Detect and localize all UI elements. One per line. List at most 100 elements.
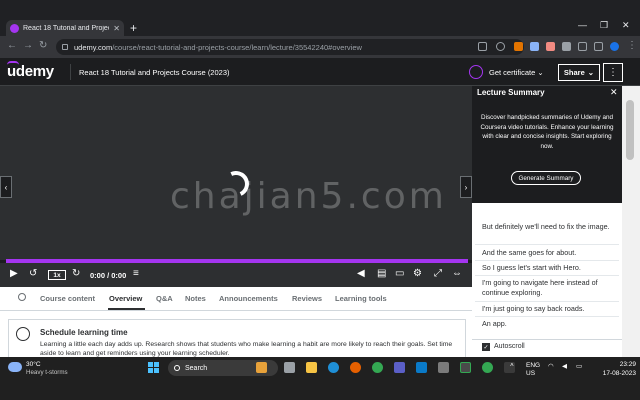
windows-taskbar (0, 357, 640, 400)
taskbar-app-icon[interactable] (256, 362, 267, 373)
close-window-icon[interactable]: ✕ (622, 20, 630, 31)
transcript-divider (475, 316, 619, 317)
next-lecture-icon[interactable]: › (460, 176, 472, 198)
weather-text: Heavy t-storms (26, 369, 68, 376)
task-view-icon[interactable] (284, 362, 295, 373)
watermark: chajian5.com (170, 176, 447, 217)
chrome-menu-icon[interactable]: ⋮ (627, 40, 637, 51)
tab-reviews[interactable]: Reviews (292, 294, 322, 303)
chrome-active-icon[interactable] (460, 362, 471, 373)
extension-icon-2[interactable] (530, 42, 539, 51)
transcript-line[interactable]: And the same goes for about. (482, 248, 618, 258)
battery-icon[interactable]: ▭ (576, 362, 582, 370)
more-options-icon[interactable]: ⋮ (603, 63, 623, 82)
playback-speed-button[interactable]: 1x (48, 270, 66, 280)
autoscroll-checkbox[interactable]: ✓ (482, 343, 490, 351)
trophy-icon (469, 65, 483, 79)
reload-icon[interactable]: ↻ (39, 40, 47, 51)
edge-icon[interactable] (328, 362, 339, 373)
profile-avatar[interactable] (610, 42, 619, 51)
extensions-puzzle-icon[interactable] (562, 42, 571, 51)
transcript-line[interactable]: I'm just going to say back roads. (482, 304, 618, 314)
tab-qa[interactable]: Q&A (156, 294, 173, 303)
url-path: /course/react-tutorial-and-projects-cour… (112, 42, 362, 52)
chevron-down-icon: ⌄ (537, 68, 544, 77)
expand-icon[interactable]: ⇔ (452, 268, 462, 279)
tab-course-content[interactable]: Course content (40, 294, 95, 303)
get-certificate-button[interactable]: Get certificate ⌄ (489, 68, 544, 77)
generate-summary-button[interactable]: Generate Summary (511, 171, 581, 185)
minimize-icon[interactable]: — (578, 20, 587, 30)
url-field[interactable]: udemy.com/course/react-tutorial-and-proj… (56, 39, 524, 55)
tab-learning-tools[interactable]: Learning tools (335, 294, 387, 303)
autoscroll-label: Autoscroll (494, 343, 525, 350)
chevron-down-icon: ⌄ (587, 68, 595, 77)
card-title: Schedule learning time (40, 328, 128, 337)
wifi-icon[interactable]: ◠ (548, 362, 554, 370)
add-note-icon[interactable]: ≡ (133, 268, 139, 279)
share-page-icon[interactable] (478, 42, 487, 51)
bookmark-star-icon[interactable] (496, 42, 505, 51)
url-domain: udemy.com (74, 42, 113, 52)
volume-icon[interactable]: ◀ (562, 362, 567, 370)
tab-announcements[interactable]: Announcements (219, 294, 278, 303)
extension-icon-3[interactable] (546, 42, 555, 51)
tab-notes[interactable]: Notes (185, 294, 206, 303)
udemy-logo[interactable]: udemy (7, 61, 54, 80)
transcript-icon[interactable]: ▤ (377, 268, 386, 279)
transcript-line[interactable]: But definitely we'll need to fix the ima… (482, 222, 618, 232)
download-icon[interactable] (578, 42, 587, 51)
new-tab-icon[interactable]: + (130, 21, 137, 35)
transcript-divider (475, 260, 619, 261)
settings-icon[interactable]: ⚙ (413, 268, 422, 279)
tray-chevron-icon[interactable]: ˄ (510, 362, 514, 369)
search-icon[interactable] (18, 293, 26, 301)
close-tab-icon[interactable]: ✕ (113, 24, 120, 33)
browser-tab[interactable]: React 18 Tutorial and Projects C ✕ (6, 20, 124, 36)
udemy-favicon-icon (10, 23, 19, 33)
taskbar-clock[interactable]: 23:29 17-08-2023 (596, 360, 636, 378)
taskbar-app-icon[interactable] (438, 362, 449, 373)
header-divider (70, 64, 71, 80)
transcript-divider (475, 301, 619, 302)
rewind-icon[interactable]: ↺ (29, 268, 37, 279)
transcript-line[interactable]: I'm going to navigate here instead of co… (482, 278, 618, 298)
mail-icon[interactable] (610, 204, 618, 210)
close-icon[interactable]: ✕ (610, 87, 618, 98)
captions-icon[interactable]: ▭ (395, 268, 404, 279)
side-panel-icon[interactable] (594, 42, 603, 51)
file-explorer-icon[interactable] (306, 362, 317, 373)
transcript-divider (475, 244, 619, 245)
vscode-icon[interactable] (416, 362, 427, 373)
forward-icon[interactable]: → (23, 40, 33, 51)
temperature: 30°C (26, 361, 41, 368)
card-text: Learning a little each day adds up. Rese… (40, 341, 453, 357)
teams-icon[interactable] (394, 362, 405, 373)
share-button[interactable]: Share ⌄ (558, 64, 600, 81)
previous-lecture-icon[interactable]: ‹ (0, 176, 12, 198)
extension-pen-icon[interactable] (514, 42, 523, 51)
back-icon[interactable]: ← (7, 40, 17, 51)
tab-title: React 18 Tutorial and Projects C (23, 24, 109, 32)
firefox-icon[interactable] (350, 362, 361, 373)
fullscreen-icon[interactable]: ⤢ (434, 268, 442, 279)
maximize-icon[interactable]: ❐ (600, 20, 608, 31)
transcript-line[interactable]: So I guess let's start with Hero. (482, 263, 618, 273)
course-title[interactable]: React 18 Tutorial and Projects Course (2… (79, 68, 230, 77)
play-icon[interactable]: ▶ (10, 268, 18, 279)
language-indicator[interactable]: ENG US (526, 362, 540, 378)
active-tab-indicator (108, 308, 145, 310)
summary-description: Discover handpicked summaries of Udemy a… (480, 114, 614, 150)
transcript-line[interactable]: An app. (482, 319, 618, 329)
time-display: 0:00 / 0:00 (90, 271, 127, 280)
volume-icon[interactable]: ◀ (357, 268, 365, 279)
start-button[interactable] (148, 362, 159, 373)
weather-icon[interactable] (8, 362, 22, 372)
scrollbar-thumb[interactable] (626, 100, 634, 160)
chrome-icon[interactable] (482, 362, 493, 373)
lock-icon (62, 44, 68, 50)
forward-icon[interactable]: ↻ (72, 268, 80, 279)
developer-credit: Developed by Shishir (476, 204, 536, 211)
tab-overview[interactable]: Overview (109, 294, 142, 303)
chrome-icon[interactable] (372, 362, 383, 373)
